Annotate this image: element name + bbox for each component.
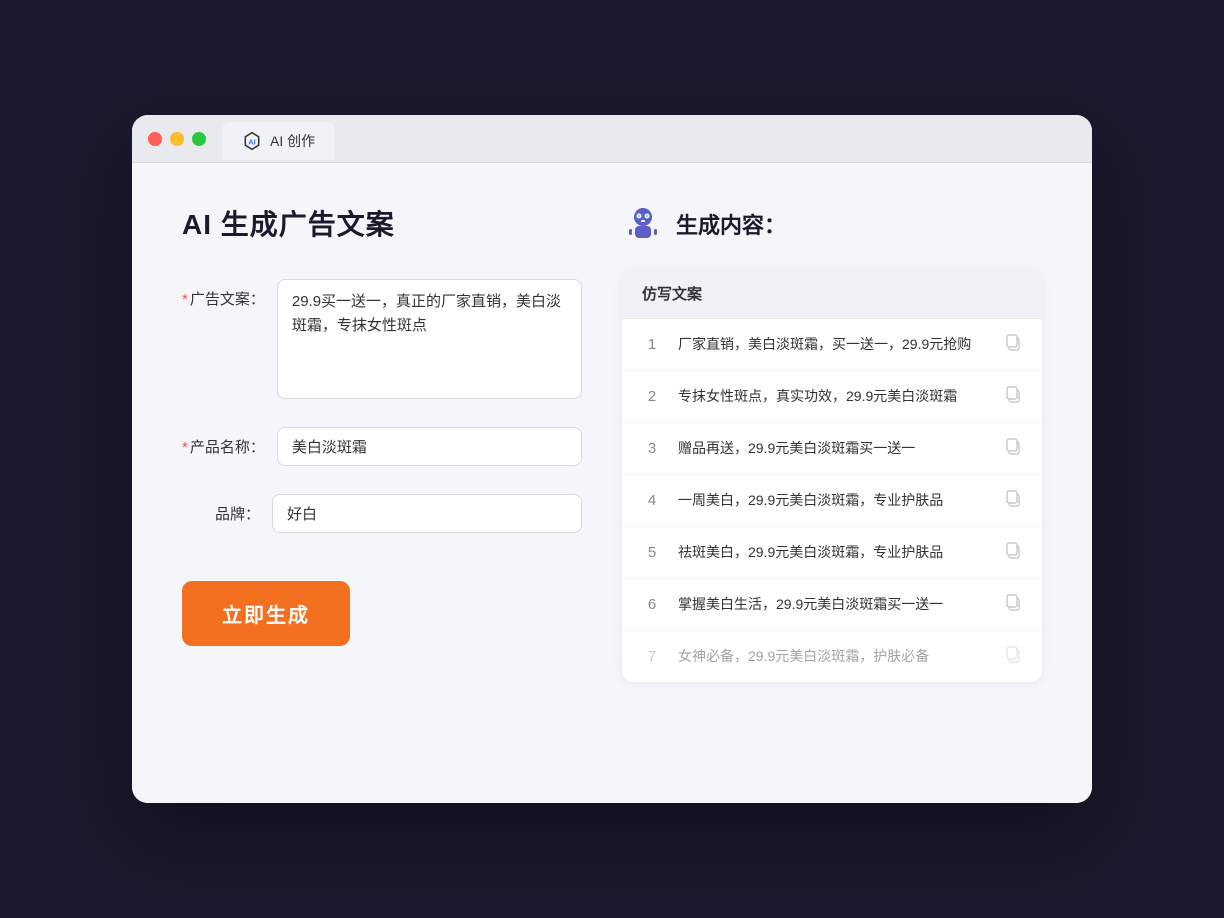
close-button[interactable] [148,132,162,146]
copy-icon[interactable] [1004,489,1022,512]
right-panel: 生成内容： 仿写文案 1 厂家直销，美白淡斑霜，买一送一，29.9元抢购 2 专抹女… [622,203,1042,682]
table-column-header: 仿写文案 [622,269,1042,319]
product-name-input[interactable] [277,427,582,466]
row-text: 专抹女性斑点，真实功效，29.9元美白淡斑霜 [678,386,988,407]
row-number: 7 [642,648,662,665]
copy-icon[interactable] [1004,593,1022,616]
table-row: 7 女神必备，29.9元美白淡斑霜，护肤必备 [622,631,1042,682]
copy-icon[interactable] [1004,645,1022,668]
row-number: 1 [642,336,662,353]
row-text: 一周美白，29.9元美白淡斑霜，专业护肤品 [678,490,988,511]
ad-copy-label: *广告文案： [182,279,277,312]
result-title: 生成内容： [676,208,786,240]
row-number: 2 [642,388,662,405]
main-layout: AI 生成广告文案 *广告文案： *产品名称： 品 [182,203,1042,682]
content-area: AI 生成广告文案 *广告文案： *产品名称： 品 [132,163,1092,803]
copy-icon[interactable] [1004,437,1022,460]
table-row: 3 赠品再送，29.9元美白淡斑霜买一送一 [622,423,1042,475]
result-table: 仿写文案 1 厂家直销，美白淡斑霜，买一送一，29.9元抢购 2 专抹女性斑点，真实… [622,269,1042,682]
row-text: 女神必备，29.9元美白淡斑霜，护肤必备 [678,646,988,667]
row-text: 祛斑美白，29.9元美白淡斑霜，专业护肤品 [678,542,988,563]
row-number: 3 [642,440,662,457]
copy-icon[interactable] [1004,385,1022,408]
page-title: AI 生成广告文案 [182,203,582,243]
brand-input[interactable] [272,494,582,533]
copy-icon[interactable] [1004,333,1022,356]
ad-copy-input[interactable] [277,279,582,399]
browser-tab[interactable]: AI AI 创作 [222,122,335,160]
table-row: 4 一周美白，29.9元美白淡斑霜，专业护肤品 [622,475,1042,527]
row-number: 4 [642,492,662,509]
table-row: 6 掌握美白生活，29.9元美白淡斑霜买一送一 [622,579,1042,631]
row-text: 掌握美白生活，29.9元美白淡斑霜买一送一 [678,594,988,615]
row-text: 厂家直销，美白淡斑霜，买一送一，29.9元抢购 [678,334,988,355]
brand-field-group: 品牌： [182,494,582,533]
row-number: 5 [642,544,662,561]
required-star-product: * [182,439,188,456]
left-panel: AI 生成广告文案 *广告文案： *产品名称： 品 [182,203,582,682]
ad-copy-field-group: *广告文案： [182,279,582,399]
robot-icon [622,203,664,245]
result-header: 生成内容： [622,203,1042,245]
copy-icon[interactable] [1004,541,1022,564]
browser-titlebar: AI AI 创作 [132,115,1092,163]
generate-button[interactable]: 立即生成 [182,581,350,646]
table-row: 2 专抹女性斑点，真实功效，29.9元美白淡斑霜 [622,371,1042,423]
row-number: 6 [642,596,662,613]
product-name-label: *产品名称： [182,427,277,460]
row-text: 赠品再送，29.9元美白淡斑霜买一送一 [678,438,988,459]
browser-window: AI AI 创作 AI 生成广告文案 *广告文案： *产品 [132,115,1092,803]
ai-tab-icon: AI [242,131,262,151]
maximize-button[interactable] [192,132,206,146]
brand-label: 品牌： [182,494,272,527]
minimize-button[interactable] [170,132,184,146]
required-star-ad: * [182,291,188,308]
table-row: 1 厂家直销，美白淡斑霜，买一送一，29.9元抢购 [622,319,1042,371]
traffic-lights [148,132,206,146]
svg-text:AI: AI [248,137,256,146]
tab-label: AI 创作 [270,131,315,151]
table-row: 5 祛斑美白，29.9元美白淡斑霜，专业护肤品 [622,527,1042,579]
product-name-field-group: *产品名称： [182,427,582,466]
